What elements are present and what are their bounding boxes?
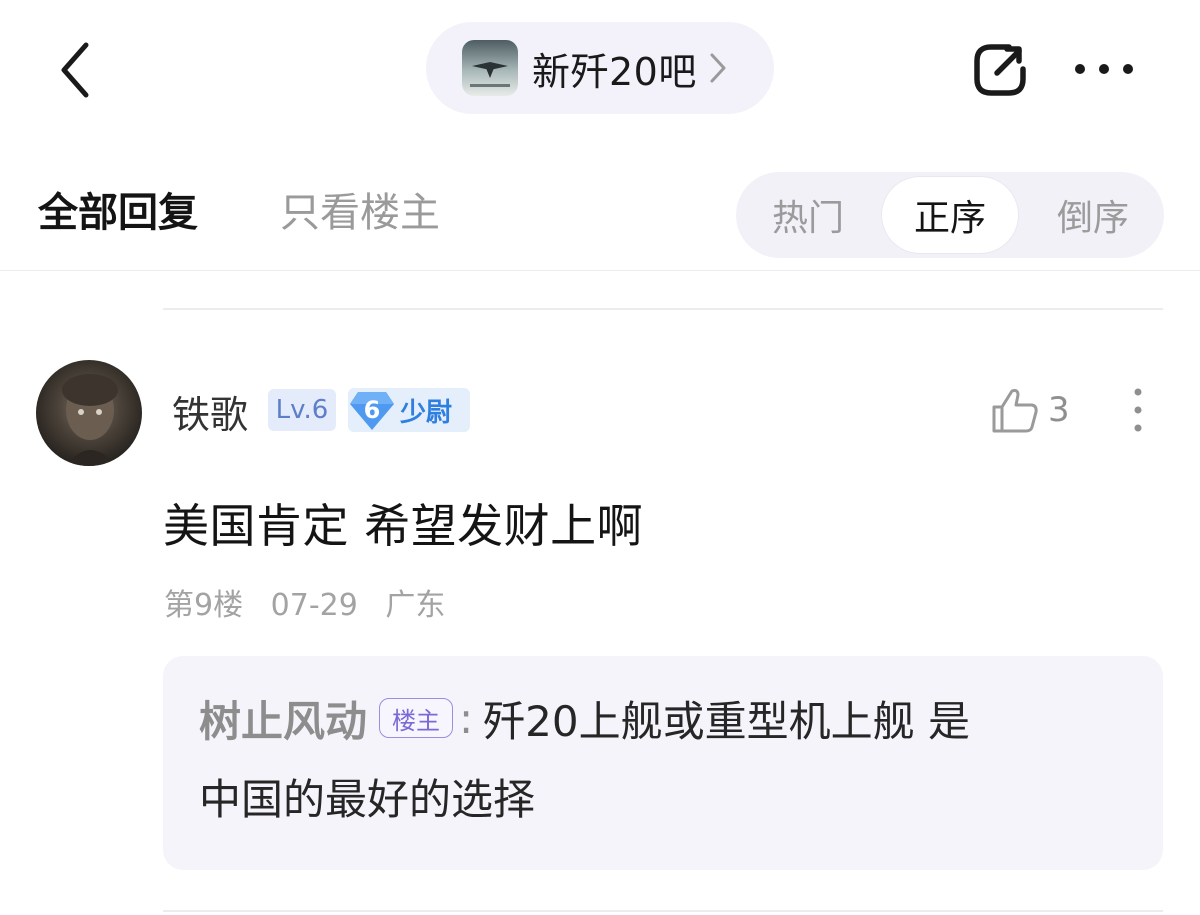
tab-owner-only[interactable]: 只看楼主 xyxy=(280,180,440,238)
like-button[interactable]: 3 xyxy=(990,380,1080,440)
sort-descending[interactable]: 倒序 xyxy=(1022,172,1164,258)
tab-all-replies[interactable]: 全部回复 xyxy=(38,180,198,238)
rank-number: 6 xyxy=(363,396,381,424)
more-options-button[interactable] xyxy=(1068,44,1140,94)
chevron-left-icon xyxy=(61,42,89,98)
avatar[interactable] xyxy=(36,360,142,466)
back-button[interactable] xyxy=(40,30,110,110)
sort-hot[interactable]: 热门 xyxy=(736,172,880,258)
forum-name: 新歼20吧 xyxy=(532,49,697,94)
more-vertical-icon xyxy=(1134,388,1142,432)
divider xyxy=(163,910,1163,912)
divider xyxy=(163,308,1163,310)
forum-avatar xyxy=(462,40,518,96)
post-more-button[interactable] xyxy=(1118,382,1158,438)
edit-share-icon xyxy=(974,44,1026,96)
edit-share-button[interactable] xyxy=(964,34,1036,106)
reply-filter-bar: 全部回复 只看楼主 热门 正序 倒序 xyxy=(0,160,1200,270)
post-date: 07-29 xyxy=(270,588,358,623)
quote-colon: : xyxy=(459,693,474,743)
post-content: 美国肯定 希望发财上啊 xyxy=(163,499,644,553)
owner-tag: 楼主 xyxy=(379,698,454,738)
sort-ascending[interactable]: 正序 xyxy=(882,177,1018,253)
quote-author[interactable]: 树止风动 xyxy=(199,688,367,749)
quote-first-line: 树止风动 楼主 : 歼20上舰或重型机上舰 是 xyxy=(199,688,970,748)
rank-title: 少尉 xyxy=(400,397,453,428)
username[interactable]: 铁歌 xyxy=(172,384,248,439)
divider xyxy=(0,270,1200,271)
level-badge: Lv.6 xyxy=(268,389,336,431)
like-count: 3 xyxy=(1048,390,1070,430)
quoted-reply[interactable]: 树止风动 楼主 : 歼20上舰或重型机上舰 是 中国的最好的选择 xyxy=(163,656,1163,870)
more-horizontal-icon xyxy=(1075,64,1133,74)
chevron-right-icon xyxy=(709,52,727,84)
forum-chip[interactable]: 新歼20吧 xyxy=(426,22,774,114)
floor-number: 第9楼 xyxy=(164,588,244,623)
post-meta: 第9楼 07-29 广东 xyxy=(164,580,463,624)
thumbs-up-icon xyxy=(992,389,1038,433)
rank-badge: 6 少尉 xyxy=(348,388,470,432)
quote-text-continued: 中国的最好的选择 xyxy=(199,775,536,824)
post-location: 广东 xyxy=(385,588,446,623)
top-bar: 新歼20吧 xyxy=(0,0,1200,135)
diamond-icon: 6 xyxy=(348,388,396,432)
sort-toggle: 热门 正序 倒序 xyxy=(736,172,1164,258)
quote-text: 歼20上舰或重型机上舰 是 xyxy=(483,696,970,746)
